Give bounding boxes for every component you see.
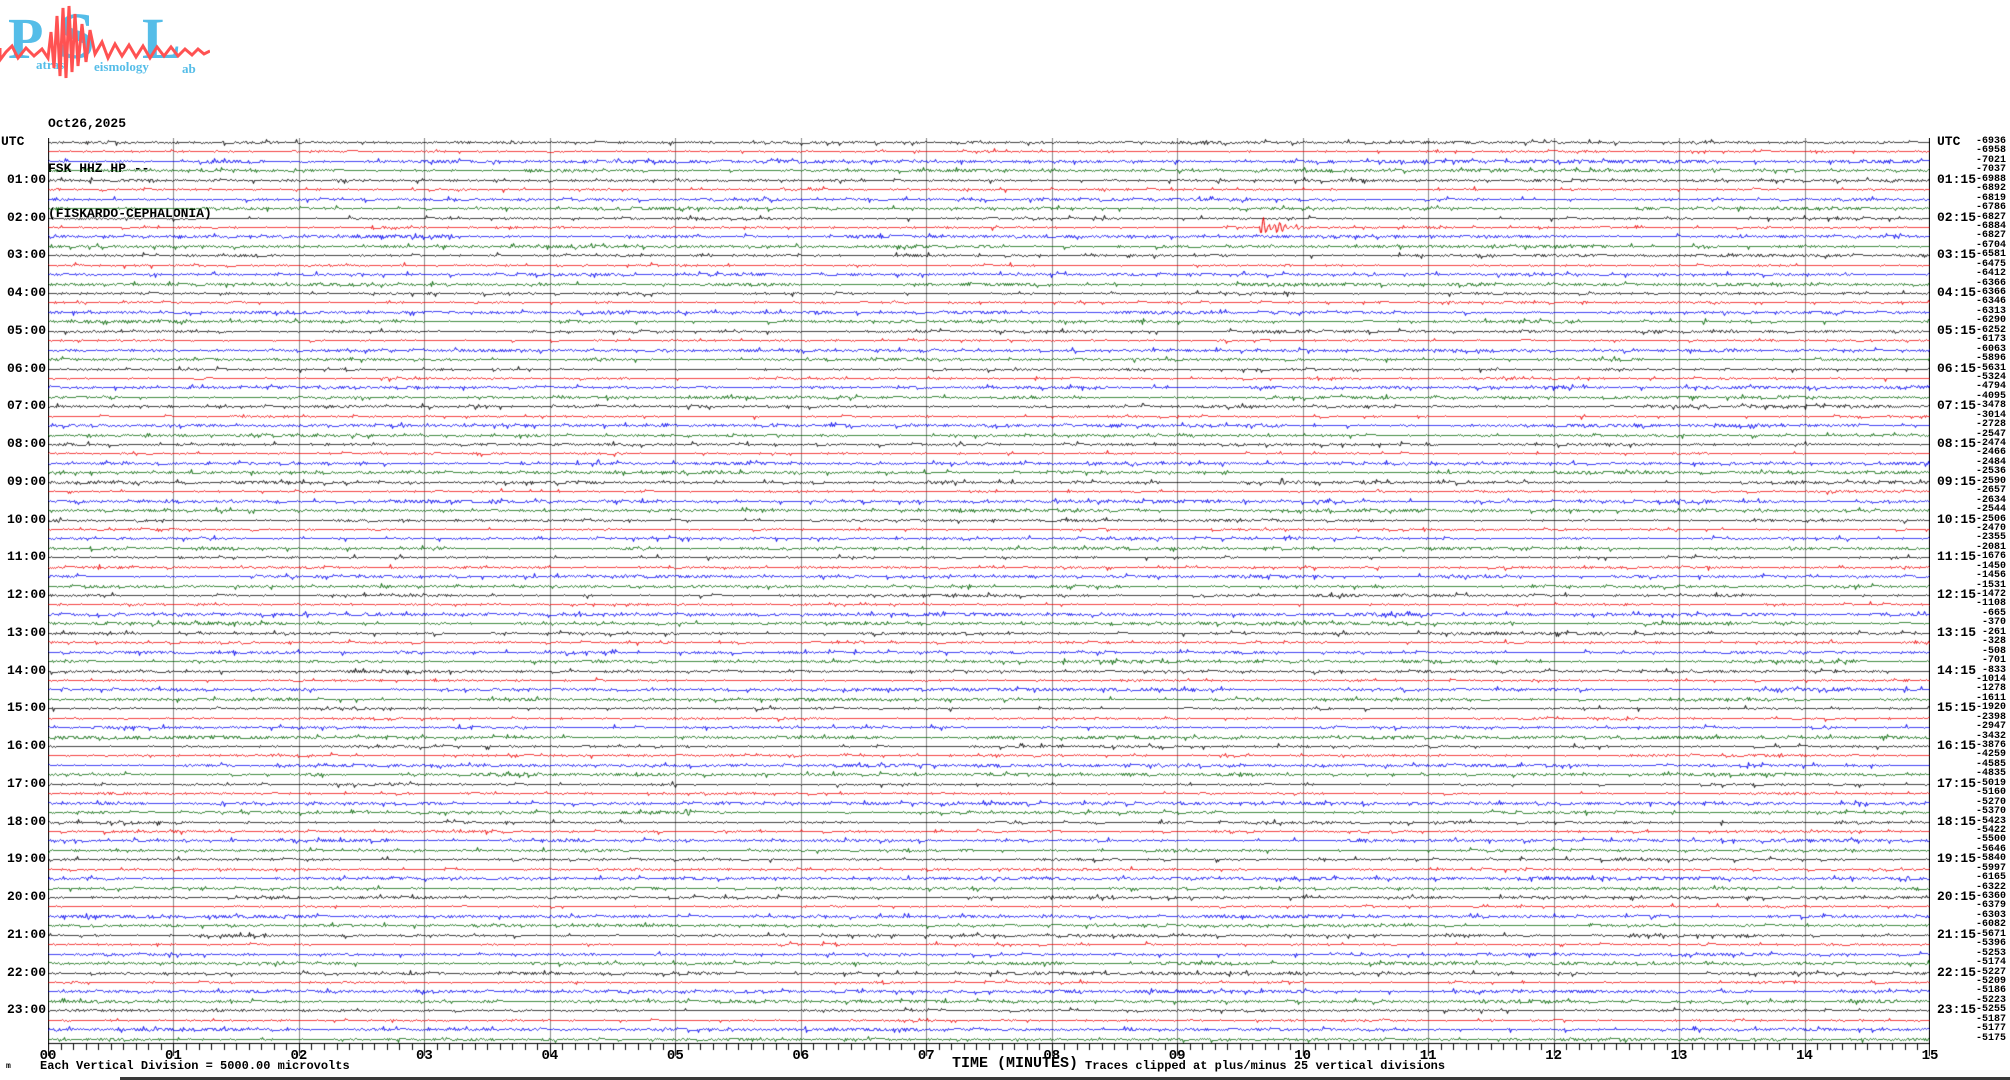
hour-label-left: 12:00 [6,587,46,602]
x-axis-title: TIME (MINUTES) [952,1055,1079,1072]
scale-note: Each Vertical Division = 5000.00 microvo… [40,1059,350,1073]
x-tick-label: 12 [1545,1048,1562,1064]
hour-label-left: 13:00 [6,624,46,640]
corner-mark: m [6,1062,11,1071]
x-tick-label: 05 [666,1048,684,1064]
hour-label-left: 15:00 [6,700,46,716]
hour-label-left: 21:00 [6,926,46,942]
clip-note: Traces clipped at plus/minus 25 vertical… [1085,1059,1446,1073]
x-tick-label: 04 [541,1048,559,1064]
hour-label-left: 01:00 [6,171,46,187]
hour-label-left: 04:00 [6,285,46,300]
hour-label-left: 16:00 [6,738,46,753]
x-tick-label: 06 [792,1048,810,1064]
x-tick-label: 07 [917,1048,935,1064]
x-tick-label: 03 [415,1048,433,1064]
psl-logo: P S L atras eismology ab [0,2,210,82]
hour-label-left: 05:00 [6,322,46,338]
seismogram-canvas [48,138,1930,1058]
hour-label-left: 03:00 [6,247,46,263]
hour-label-left: 10:00 [6,511,46,527]
x-tick-label: 14 [1796,1048,1813,1064]
hour-label-left: 07:00 [6,398,46,414]
hour-label-left: 14:00 [6,662,46,678]
hour-label-left: 09:00 [6,473,46,489]
hour-label-left: 17:00 [6,775,46,791]
hour-label-left: 06:00 [6,360,46,376]
hour-label-left: 22:00 [6,964,46,980]
hour-label-left: 08:00 [6,436,46,451]
utc-header-left: UTC [1,134,25,149]
trace-value: -5175 [1975,1032,2006,1044]
logo-seismic-trace-icon [0,5,210,79]
hour-label-left: 02:00 [6,209,46,225]
hour-label-left: 23:00 [6,1002,46,1018]
webicorder-page: P S L atras eismology ab Oct26,2025 FSK … [0,0,2010,1080]
hour-label-left: 18:00 [6,813,46,829]
header-date: Oct26,2025 [48,116,127,131]
hour-label-left: 11:00 [6,549,46,565]
x-tick-label: 15 [1921,1048,1939,1064]
hour-label-left: 20:00 [6,889,46,904]
hour-label-left: 19:00 [6,851,46,867]
x-tick-label: 13 [1670,1048,1688,1064]
